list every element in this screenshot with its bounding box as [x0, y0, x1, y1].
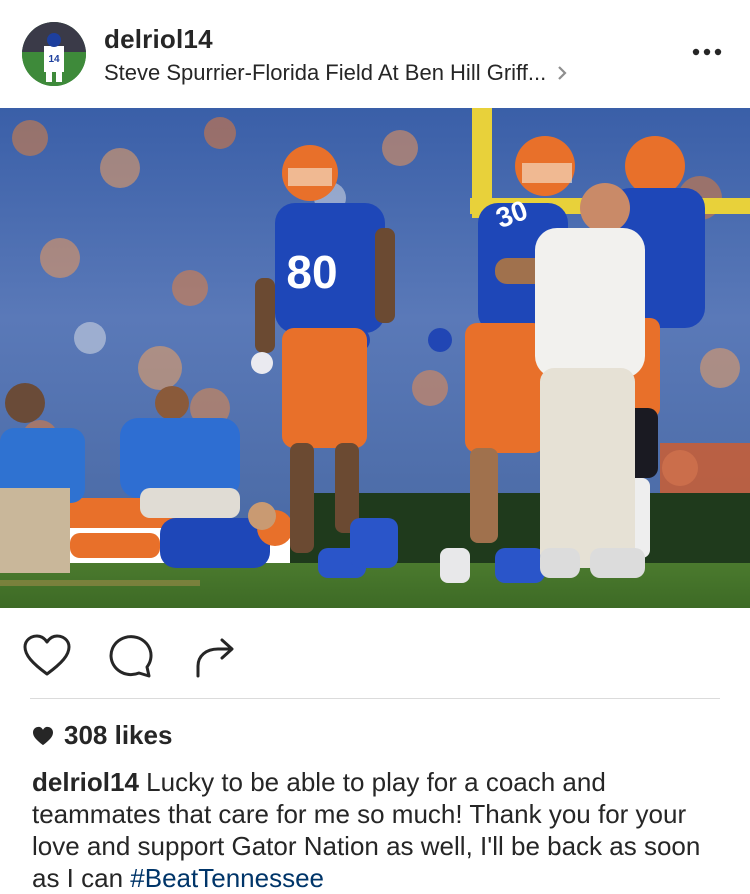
likes-count: 308 likes — [64, 720, 173, 750]
caption-username[interactable]: delriol14 — [32, 767, 139, 797]
comment-icon[interactable] — [106, 632, 156, 682]
more-options-icon[interactable] — [692, 46, 722, 58]
likes-row[interactable]: 308 likes — [32, 720, 172, 751]
avatar-jersey-number: 14 — [48, 54, 60, 65]
post-caption: delriol14 Lucky to be able to play for a… — [32, 766, 722, 894]
player-80-jersey-number: 80 — [286, 246, 337, 298]
post-actions — [0, 620, 750, 692]
post-photo[interactable]: 80 30 — [0, 108, 750, 608]
avatar[interactable]: 14 — [22, 22, 86, 86]
heart-icon[interactable] — [22, 632, 72, 682]
heart-filled-icon — [33, 726, 53, 745]
location-link[interactable]: Steve Spurrier-Florida Field At Ben Hill… — [104, 60, 568, 86]
share-icon[interactable] — [192, 632, 242, 682]
post-header: 14 delriol14 Steve Spurrier-Florida Fiel… — [0, 0, 750, 108]
football-photo: 80 30 — [0, 108, 750, 608]
location-label: Steve Spurrier-Florida Field At Ben Hill… — [104, 60, 547, 85]
actions-divider — [30, 698, 720, 699]
chevron-right-icon — [558, 66, 567, 80]
avatar-image: 14 — [22, 22, 86, 86]
post-username[interactable]: delriol14 — [104, 24, 213, 55]
